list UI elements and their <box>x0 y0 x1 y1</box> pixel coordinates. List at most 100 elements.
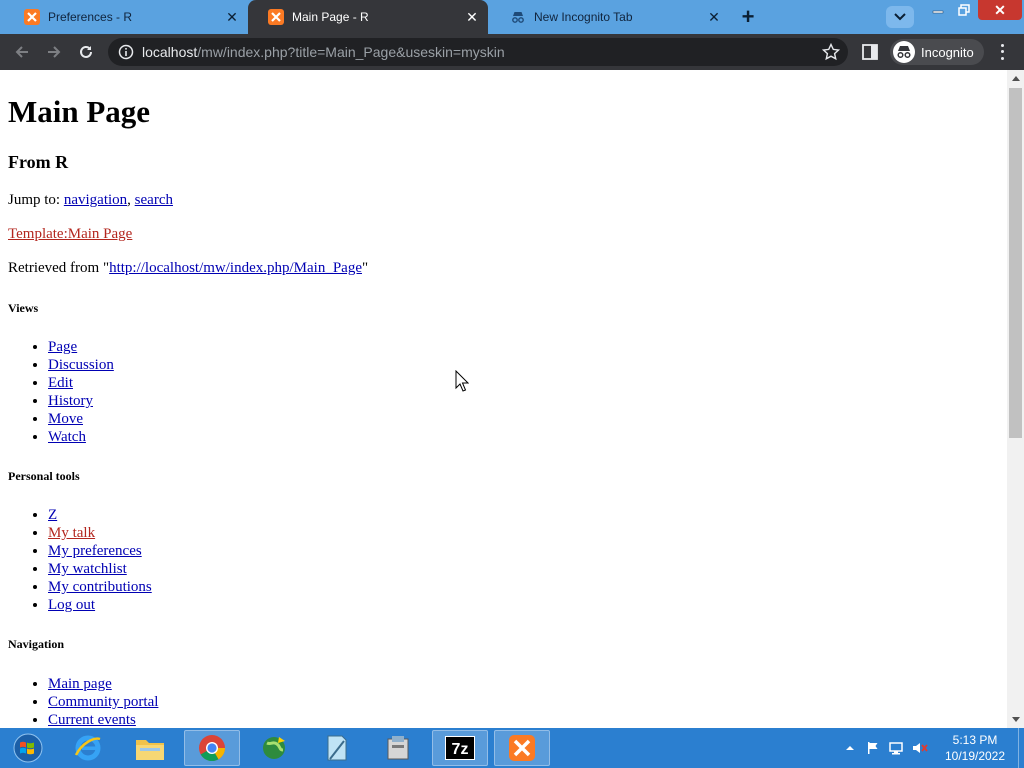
scroll-up-icon[interactable] <box>1007 70 1024 87</box>
incognito-profile-button[interactable]: Incognito <box>890 39 984 65</box>
my-contributions-link[interactable]: My contributions <box>48 579 152 595</box>
tab-preferences[interactable]: Preferences - R ✕ <box>4 0 248 34</box>
my-talk-link[interactable]: My talk <box>48 525 95 541</box>
list-item: History <box>48 392 114 410</box>
view-history-link[interactable]: History <box>48 393 93 409</box>
nav-current-events-link[interactable]: Current events <box>48 712 136 728</box>
view-move-link[interactable]: Move <box>48 411 83 427</box>
close-tab-icon[interactable]: ✕ <box>464 9 480 25</box>
new-tab-button[interactable]: + <box>736 4 760 29</box>
template-line: Template:Main Page <box>8 226 132 243</box>
bookmark-star-icon[interactable] <box>822 43 840 61</box>
svg-text:7z: 7z <box>452 741 469 758</box>
my-preferences-link[interactable]: My preferences <box>48 543 142 559</box>
notepad-taskbar-button[interactable] <box>308 730 364 766</box>
page-scrollbar[interactable] <box>1007 70 1024 728</box>
folder-icon <box>136 740 164 760</box>
list-item: Community portal <box>48 693 158 711</box>
tab-strip: Preferences - R ✕ Main Page - R ✕ New In… <box>0 0 1024 34</box>
chrome-taskbar-button[interactable] <box>184 730 240 766</box>
action-center-flag-icon[interactable] <box>866 741 880 755</box>
forward-button[interactable] <box>42 40 66 64</box>
network-app-taskbar-button[interactable] <box>246 730 302 766</box>
jump-navigation-link[interactable]: navigation <box>64 192 127 208</box>
address-bar[interactable]: localhost/mw/index.php?title=Main_Page&u… <box>108 38 848 66</box>
list-item: Move <box>48 410 114 428</box>
url-path: /mw/index.php?title=Main_Page&useskin=my… <box>197 44 505 60</box>
windows-logo-icon <box>13 733 43 763</box>
arrow-right-icon <box>48 46 61 58</box>
archive-taskbar-button[interactable] <box>370 730 426 766</box>
system-tray <box>844 728 928 768</box>
tab-search-button[interactable] <box>886 6 914 28</box>
archive-icon <box>387 736 409 760</box>
xampp-taskbar-button[interactable] <box>494 730 550 766</box>
list-item: Discussion <box>48 356 114 374</box>
list-item: My preferences <box>48 542 152 560</box>
show-hidden-icons-icon[interactable] <box>844 742 856 754</box>
list-item: Log out <box>48 596 152 614</box>
scroll-down-icon[interactable] <box>1007 711 1024 728</box>
tab-title: New Incognito Tab <box>534 10 633 24</box>
7zip-taskbar-button[interactable]: 7z <box>432 730 488 766</box>
windows-taskbar: 7z 5:13 PM 10/19/2022 <box>0 728 1024 768</box>
clock-date: 10/19/2022 <box>944 749 1006 763</box>
browser-toolbar: localhost/mw/index.php?title=Main_Page&u… <box>0 34 1024 70</box>
tab-title: Preferences - R <box>48 10 133 24</box>
view-edit-link[interactable]: Edit <box>48 375 73 391</box>
arrow-left-icon <box>15 46 28 58</box>
navigation-list: Main page Community portal Current event… <box>8 675 158 728</box>
view-watch-link[interactable]: Watch <box>48 429 86 445</box>
globe-icon <box>263 737 285 759</box>
jump-separator: , <box>127 192 135 208</box>
xampp-icon <box>268 9 284 25</box>
list-item: My watchlist <box>48 560 152 578</box>
7zip-icon: 7z <box>445 736 475 760</box>
volume-muted-icon[interactable] <box>912 741 928 755</box>
template-main-page-link[interactable]: Template:Main Page <box>8 226 132 242</box>
restore-icon <box>958 4 970 16</box>
close-tab-icon[interactable]: ✕ <box>706 9 722 25</box>
close-tab-icon[interactable]: ✕ <box>224 9 240 25</box>
show-desktop-button[interactable] <box>1018 728 1024 768</box>
retrieved-from-line: Retrieved from "http://localhost/mw/inde… <box>8 260 368 277</box>
jump-to-label: Jump to: <box>8 192 64 208</box>
system-clock[interactable]: 5:13 PM 10/19/2022 <box>938 732 1012 764</box>
list-item: Z <box>48 506 152 524</box>
xampp-icon <box>24 9 40 25</box>
network-icon[interactable] <box>888 741 904 755</box>
nav-community-portal-link[interactable]: Community portal <box>48 694 158 710</box>
nav-main-page-link[interactable]: Main page <box>48 676 112 692</box>
my-watchlist-link[interactable]: My watchlist <box>48 561 127 577</box>
notepad-icon <box>327 735 347 761</box>
user-page-link[interactable]: Z <box>48 507 57 523</box>
minimize-button[interactable] <box>926 0 950 20</box>
internet-explorer-taskbar-button[interactable] <box>60 730 116 766</box>
side-panel-icon[interactable] <box>862 44 878 60</box>
back-button[interactable] <box>10 40 34 64</box>
file-explorer-taskbar-button[interactable] <box>122 730 178 766</box>
page-subtitle: From R <box>8 152 69 172</box>
more-menu-icon[interactable] <box>994 42 1010 62</box>
info-icon[interactable] <box>118 44 134 60</box>
list-item: Main page <box>48 675 158 693</box>
jump-search-link[interactable]: search <box>135 192 173 208</box>
log-out-link[interactable]: Log out <box>48 597 95 613</box>
start-button[interactable] <box>0 728 56 768</box>
view-page-link[interactable]: Page <box>48 339 77 355</box>
views-list: Page Discussion Edit History Move Watch <box>8 338 114 446</box>
reload-button[interactable] <box>74 40 98 64</box>
close-window-button[interactable]: ✕ <box>978 0 1022 20</box>
tab-new-incognito[interactable]: New Incognito Tab ✕ <box>490 0 730 34</box>
chrome-icon <box>199 735 226 762</box>
retrieved-url-link[interactable]: http://localhost/mw/index.php/Main_Page <box>109 260 362 276</box>
restore-button[interactable] <box>952 0 976 20</box>
view-discussion-link[interactable]: Discussion <box>48 357 114 373</box>
page-viewport: Main Page From R Jump to: navigation, se… <box>0 70 1007 728</box>
xampp-icon <box>509 735 535 761</box>
profile-label: Incognito <box>921 44 974 60</box>
retrieved-prefix: Retrieved from " <box>8 260 110 276</box>
list-item: Page <box>48 338 114 356</box>
scrollbar-thumb[interactable] <box>1009 88 1022 438</box>
tab-main-page[interactable]: Main Page - R ✕ <box>248 0 488 34</box>
